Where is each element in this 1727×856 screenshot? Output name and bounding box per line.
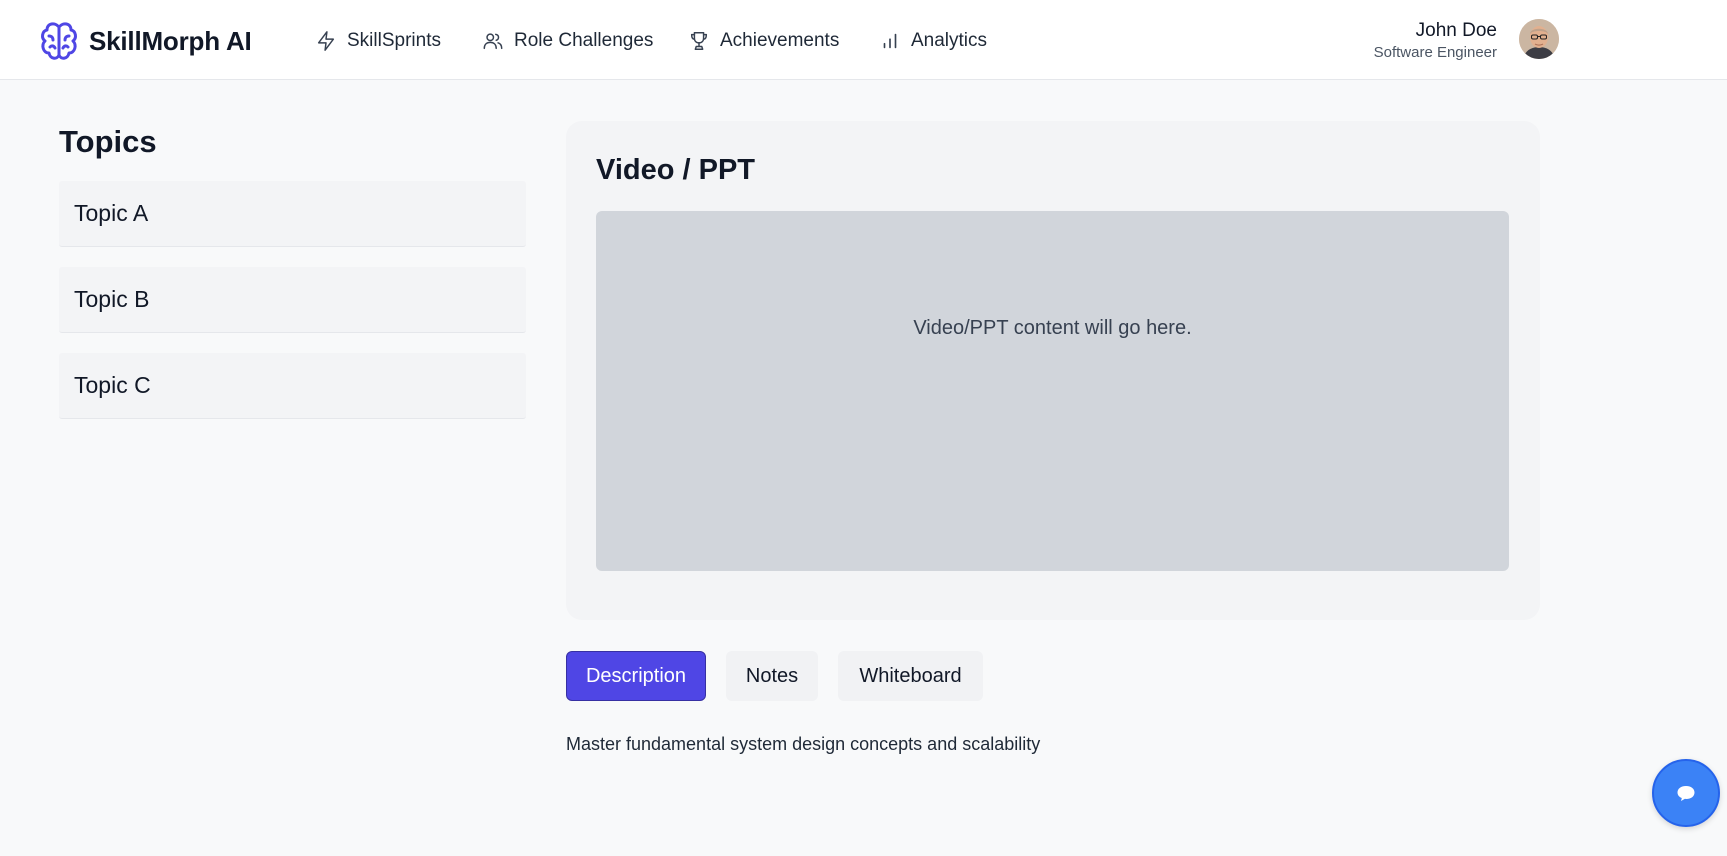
- nav-label: SkillSprints: [347, 30, 441, 51]
- avatar-image: [1519, 19, 1559, 59]
- users-icon: [483, 33, 503, 50]
- media-title: Video / PPT: [596, 154, 756, 186]
- nav-label: Role Challenges: [514, 30, 654, 51]
- user-name: John Doe: [1415, 20, 1497, 41]
- trophy-icon: [690, 32, 708, 50]
- tab-notes[interactable]: Notes: [726, 651, 818, 701]
- lightning-icon: [317, 31, 335, 51]
- user-role: Software Engineer: [1373, 44, 1497, 61]
- media-placeholder-text: Video/PPT content will go here.: [913, 317, 1192, 339]
- media-viewer[interactable]: Video/PPT content will go here.: [596, 211, 1509, 571]
- description-text: Master fundamental system design concept…: [566, 734, 1041, 754]
- brand[interactable]: SkillMorph AI: [40, 20, 252, 62]
- chat-button[interactable]: [1652, 759, 1720, 827]
- brand-name: SkillMorph AI: [89, 25, 252, 56]
- nav-achievements[interactable]: Achievements: [688, 26, 839, 56]
- user-info[interactable]: John Doe Software Engineer: [1374, 18, 1497, 62]
- topic-item-c[interactable]: Topic C: [59, 353, 526, 419]
- topic-label: Topic C: [74, 372, 151, 398]
- nav-label: Analytics: [911, 30, 988, 51]
- nav-skillsprints[interactable]: SkillSprints: [315, 26, 441, 56]
- topic-item-b[interactable]: Topic B: [59, 267, 526, 333]
- tab-whiteboard[interactable]: Whiteboard: [838, 651, 983, 701]
- nav-analytics[interactable]: Analytics: [879, 26, 987, 56]
- topic-label: Topic B: [74, 286, 150, 312]
- nav-role-challenges[interactable]: Role Challenges: [482, 26, 653, 56]
- nav-label: Achievements: [720, 30, 840, 51]
- media-card: Video / PPT Video/PPT content will go he…: [566, 121, 1540, 620]
- topic-item-a[interactable]: Topic A: [59, 181, 526, 247]
- avatar[interactable]: [1519, 19, 1559, 59]
- chat-bubble-icon: [1677, 786, 1695, 801]
- topics-heading: Topics: [59, 124, 157, 159]
- top-navbar: SkillMorph AI SkillSprints Role Challeng…: [0, 0, 1727, 80]
- bar-chart-icon: [883, 33, 897, 49]
- topic-label: Topic A: [74, 200, 149, 226]
- brain-icon: [41, 22, 77, 60]
- tab-description[interactable]: Description: [566, 651, 706, 701]
